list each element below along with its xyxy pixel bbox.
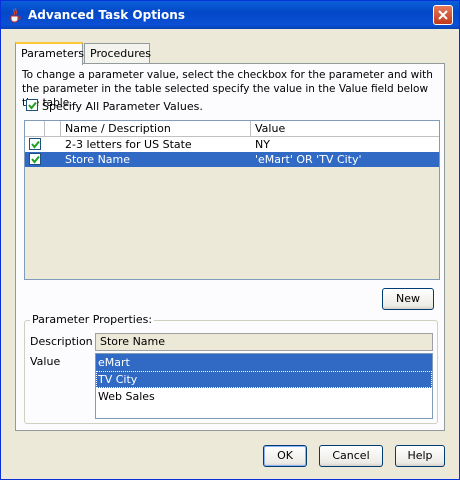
value-option-emart[interactable]: eMart	[96, 354, 432, 371]
advanced-task-options-dialog: Advanced Task Options Parameters Procedu…	[0, 0, 460, 480]
checkmark-icon	[31, 155, 40, 164]
checkmark-icon	[31, 140, 40, 149]
column-header-blank[interactable]	[45, 121, 61, 136]
table-header: Name / Description Value	[25, 121, 439, 137]
column-header-name[interactable]: Name / Description	[61, 121, 251, 136]
parameter-properties-group: Parameter Properties: Description Store …	[24, 313, 438, 424]
tab-procedures[interactable]: Procedures	[84, 43, 151, 63]
tab-procedures-label: Procedures	[90, 47, 151, 60]
help-button[interactable]: Help	[395, 445, 445, 467]
parameters-table: Name / Description Value 2-3 letters for…	[24, 120, 440, 280]
row-name: 2-3 letters for US State	[65, 138, 192, 151]
window-title: Advanced Task Options	[28, 8, 185, 22]
tab-parameters[interactable]: Parameters	[15, 42, 84, 65]
value-option-web-sales[interactable]: Web Sales	[96, 388, 432, 405]
parameter-properties-title: Parameter Properties:	[30, 313, 155, 326]
close-button[interactable]	[433, 5, 453, 25]
close-icon	[438, 10, 448, 20]
checkmark-icon	[28, 101, 37, 110]
new-button[interactable]: New	[382, 288, 434, 310]
title-bar[interactable]: Advanced Task Options	[1, 1, 459, 29]
specify-all-checkbox[interactable]	[26, 99, 38, 111]
description-field: Store Name	[95, 333, 433, 351]
table-row[interactable]: Store Name 'eMart' OR 'TV City'	[25, 152, 439, 167]
ok-button[interactable]: OK	[263, 445, 307, 467]
value-option-tv-city[interactable]: TV City	[96, 371, 432, 388]
description-label: Description	[30, 335, 93, 348]
row-name: Store Name	[65, 153, 131, 166]
value-listbox[interactable]: eMart TV City Web Sales	[95, 353, 433, 419]
specify-all-label: Specify All Parameter Values.	[42, 100, 203, 113]
row-checkbox[interactable]	[29, 138, 41, 150]
row-checkbox[interactable]	[29, 153, 41, 165]
cancel-button[interactable]: Cancel	[319, 445, 383, 467]
row-value: NY	[255, 138, 270, 151]
column-header-value[interactable]: Value	[251, 121, 439, 136]
table-row[interactable]: 2-3 letters for US State NY	[25, 137, 439, 152]
tab-parameters-label: Parameters	[21, 47, 84, 60]
java-cup-icon	[10, 7, 21, 23]
row-value: 'eMart' OR 'TV City'	[255, 153, 362, 166]
column-header-check[interactable]	[25, 121, 45, 136]
parameters-panel: To change a parameter value, select the …	[15, 63, 445, 431]
value-label: Value	[30, 355, 61, 368]
